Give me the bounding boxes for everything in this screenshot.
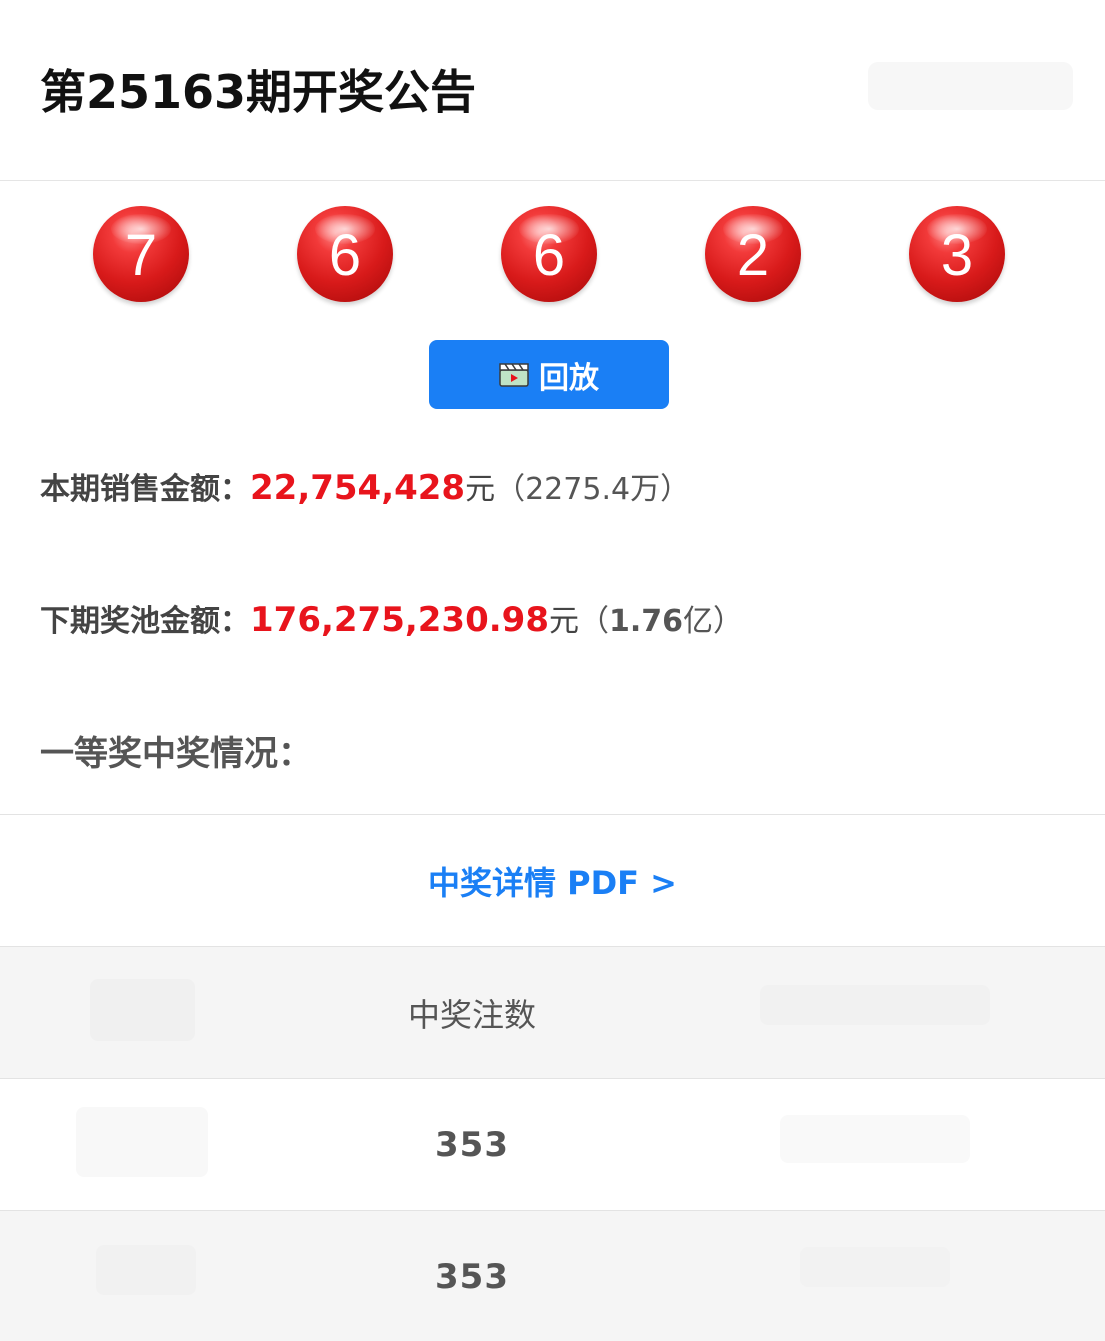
number-ball-value: 6 bbox=[328, 223, 362, 288]
replay-button-label: 回放 bbox=[539, 360, 599, 396]
table-cell: 353 bbox=[342, 1211, 602, 1341]
pool-amount-line: 下期奖池金额：176,275,230.98元（1.76亿） bbox=[40, 596, 743, 640]
sales-unit: 元 bbox=[465, 472, 496, 507]
table-cell: 353 bbox=[342, 1079, 602, 1211]
pool-label: 下期奖池金额： bbox=[40, 604, 250, 639]
pool-unit: 元 bbox=[548, 604, 579, 639]
page-title: 第25163期开奖公告 bbox=[40, 65, 477, 119]
blurred-cell bbox=[90, 979, 195, 1041]
table-header-cell: 中奖注数 bbox=[342, 947, 602, 1079]
sales-amount-line: 本期销售金额：22,754,428元（2275.4万） bbox=[40, 464, 690, 508]
number-ball: 2 bbox=[705, 206, 801, 302]
prize-details-pdf-link[interactable]: 中奖详情 PDF > bbox=[428, 858, 677, 904]
table-row: 353 bbox=[0, 1211, 1105, 1341]
page-header: 第25163期开奖公告 bbox=[0, 0, 1105, 181]
pool-amount: 176,275,230.98 bbox=[250, 600, 549, 640]
pool-approx-close: 亿） bbox=[683, 604, 744, 639]
blurred-cell bbox=[800, 1247, 950, 1287]
sales-label: 本期销售金额： bbox=[40, 472, 250, 507]
sales-amount: 22,754,428 bbox=[250, 468, 466, 508]
video-clapper-icon bbox=[499, 362, 529, 387]
blurred-cell bbox=[76, 1107, 208, 1177]
blurred-header-element bbox=[868, 62, 1073, 110]
winning-count-value: 353 bbox=[435, 1125, 509, 1165]
pool-approx-value: 1.76 bbox=[608, 604, 684, 639]
sales-approx: （2275.4万） bbox=[495, 472, 691, 507]
pool-approx-open: （ bbox=[578, 604, 609, 639]
number-ball-value: 6 bbox=[532, 223, 566, 288]
blurred-cell bbox=[780, 1115, 970, 1163]
table-row: 353 bbox=[0, 1079, 1105, 1211]
number-ball-value: 2 bbox=[736, 223, 770, 288]
blurred-cell bbox=[96, 1245, 196, 1295]
number-ball: 3 bbox=[909, 206, 1005, 302]
number-ball: 6 bbox=[297, 206, 393, 302]
winning-count-value: 353 bbox=[435, 1257, 509, 1297]
winning-numbers: 7 6 6 2 3 bbox=[0, 206, 1105, 306]
number-ball: 7 bbox=[93, 206, 189, 302]
table-header-row: 中奖注数 bbox=[0, 947, 1105, 1079]
number-ball-value: 7 bbox=[124, 223, 158, 288]
replay-button[interactable]: 回放 bbox=[429, 340, 669, 409]
blurred-cell bbox=[760, 985, 990, 1025]
pdf-link-row: 中奖详情 PDF > bbox=[0, 814, 1105, 947]
winning-count-header: 中奖注数 bbox=[407, 996, 536, 1034]
first-prize-title: 一等奖中奖情况： bbox=[40, 734, 312, 774]
number-ball: 6 bbox=[501, 206, 597, 302]
prize-table: 中奖注数 353 353 bbox=[0, 947, 1105, 1341]
number-ball-value: 3 bbox=[940, 223, 974, 288]
